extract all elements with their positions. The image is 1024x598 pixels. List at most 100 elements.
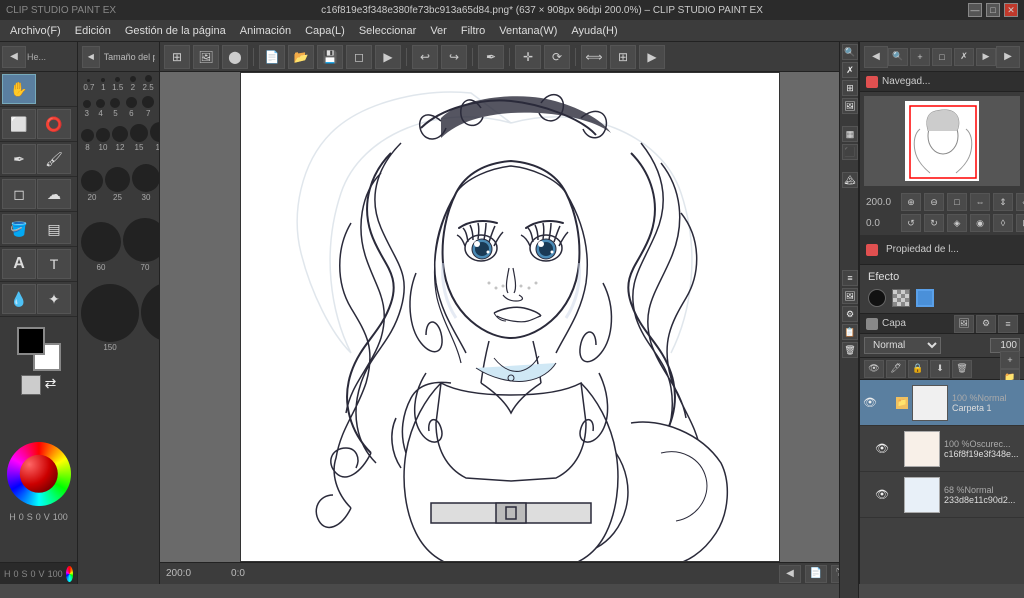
grid-tool-button[interactable]: ⊞ [164,45,190,69]
brush-30[interactable]: 30 [132,164,159,202]
menu-ventana[interactable]: Ventana(W) [493,23,563,39]
right-btn-2[interactable]: + [910,48,930,66]
brush-25[interactable]: 25 [105,167,130,202]
color-wheel[interactable] [7,442,71,506]
redo-button[interactable]: ↪ [441,45,467,69]
brush-12[interactable]: 12 [112,126,128,152]
rot-more2[interactable]: ◉ [970,214,990,232]
brush-70[interactable]: 70 [123,218,159,272]
lasso-select-button[interactable]: ⬤ [222,45,248,69]
page-view-button[interactable]: 📄 [805,565,827,583]
nav-preview[interactable] [864,96,1020,186]
brush-10[interactable]: 10 [96,128,110,152]
brush-2.5[interactable]: 2.5 [143,75,154,92]
save-button[interactable]: 💾 [317,45,343,69]
link-layer-button[interactable]: 🔒 [908,360,928,378]
menu-ver[interactable]: Ver [424,23,453,39]
undo-button[interactable]: ↩ [412,45,438,69]
pan-tool-button[interactable]: ✋ [2,74,36,104]
brush-nav-left[interactable]: ◀ [82,46,100,68]
foreground-color-swatch[interactable] [17,327,45,355]
menu-animacion[interactable]: Animación [234,23,297,39]
minimize-button[interactable]: — [968,3,982,17]
brush-17[interactable]: 17 [150,122,159,152]
effect-blue-swatch[interactable] [916,289,934,307]
brush-150[interactable]: 150 [81,284,139,352]
square-tool-tb[interactable]: ◻ [346,45,372,69]
menu-capa[interactable]: Capa(L) [299,23,351,39]
brush-15[interactable]: 15 [130,124,148,152]
brush-0.7[interactable]: 0.7 [83,79,94,92]
right-btn-4[interactable]: ✗ [954,48,974,66]
zoom-more1[interactable]: ◇ [1016,193,1024,211]
layer-1-eye[interactable]: 👁 [876,443,888,455]
effect-checker-swatch[interactable] [892,289,910,307]
gradient-tool-button[interactable]: ▤ [37,214,71,244]
brush-20[interactable]: 20 [81,170,103,202]
grid-button[interactable]: ⊞ [610,45,636,69]
symmetry-button[interactable]: ⟺ [581,45,607,69]
rot-more1[interactable]: ◈ [947,214,967,232]
right-nav-left[interactable]: ◀ [864,46,888,68]
brush-5[interactable]: 5 [110,98,120,118]
delete-layer-button[interactable]: 🗑 [952,360,972,378]
brush-6[interactable]: 6 [126,97,137,118]
select-tool-button[interactable]: ⬜ [2,109,36,139]
open-button[interactable]: 📂 [288,45,314,69]
left-nav-left[interactable]: ◀ [2,46,26,68]
arrow-button[interactable]: ▶ [375,45,401,69]
right-btn-3[interactable]: □ [932,48,952,66]
zoom-flip-h[interactable]: ⇔ [970,193,990,211]
menu-ayuda[interactable]: Ayuda(H) [565,23,623,39]
eraser-tool-button[interactable]: ◻ [2,179,36,209]
zoom-fit-button[interactable]: ⊕ [901,193,921,211]
layer-item-0[interactable]: 👁 📁 100 %Normal Carpeta 1 [860,380,1024,426]
layer-header-btn3[interactable]: ≡ [998,315,1018,333]
menu-filtro[interactable]: Filtro [455,23,491,39]
rot-ccw-button[interactable]: ↺ [901,214,921,232]
transparent-swatch[interactable] [21,375,41,395]
brush-60[interactable]: 60 [81,222,121,272]
layer-2-eye[interactable]: 👁 [876,489,888,501]
right-nav-btn[interactable]: ▶ [639,45,665,69]
brush-7[interactable]: 7 [142,96,154,118]
maximize-button[interactable]: □ [986,3,1000,17]
zoom-in-button[interactable]: □ [947,193,967,211]
right-btn-1[interactable]: 🔍 [888,48,908,66]
layer-item-2[interactable]: 👁 68 %Normal 233d8e11c90d2... [860,472,1024,518]
canvas-drawing[interactable] [240,72,780,562]
rot-more4[interactable]: ⊠ [1016,214,1024,232]
menu-edicion[interactable]: Edición [69,23,117,39]
pen-tb-button[interactable]: ✒ [478,45,504,69]
rotate-canvas-button[interactable]: ⟳ [544,45,570,69]
menu-seleccionar[interactable]: Seleccionar [353,23,422,39]
lasso-tool-button[interactable]: ⭕ [37,109,71,139]
rot-cw-button[interactable]: ↻ [924,214,944,232]
brush-1.5[interactable]: 1.5 [112,77,123,92]
transform-button[interactable]: ✛ [515,45,541,69]
right-nav-right[interactable]: ▶ [996,46,1020,68]
fill-tool-button[interactable]: 🪣 [2,214,36,244]
brush-8[interactable]: 8 [81,129,94,152]
color-triangle[interactable] [19,454,57,492]
layer-0-eye[interactable]: 👁 [864,397,876,409]
canvas-wrapper[interactable] [160,72,859,562]
eyedropper-button[interactable]: 💧 [2,284,36,314]
close-button[interactable]: ✕ [1004,3,1018,17]
right-btn-5[interactable]: ▶ [976,48,996,66]
brush-3[interactable]: 3 [83,100,91,118]
swap-colors-button[interactable]: ⇄ [45,375,57,395]
text-tool-button[interactable]: A [2,249,36,279]
lock-layer-button[interactable]: 🖊 [886,360,906,378]
new-layer-btn[interactable]: + [1000,351,1020,369]
rot-more3[interactable]: ◊ [993,214,1013,232]
zoom-out-button[interactable]: ⊖ [924,193,944,211]
brush-4[interactable]: 4 [96,99,105,118]
zoom-flip-v[interactable]: ⇕ [993,193,1013,211]
move-layer-button[interactable]: ✦ [37,284,71,314]
brush-tool-button[interactable]: 🖌 [37,144,71,174]
prev-page-button[interactable]: ◀ [779,565,801,583]
pen-tool-button[interactable]: ✒ [2,144,36,174]
menu-archivo[interactable]: Archivo(F) [4,23,67,39]
new-frame-button[interactable]: 🖼 [193,45,219,69]
